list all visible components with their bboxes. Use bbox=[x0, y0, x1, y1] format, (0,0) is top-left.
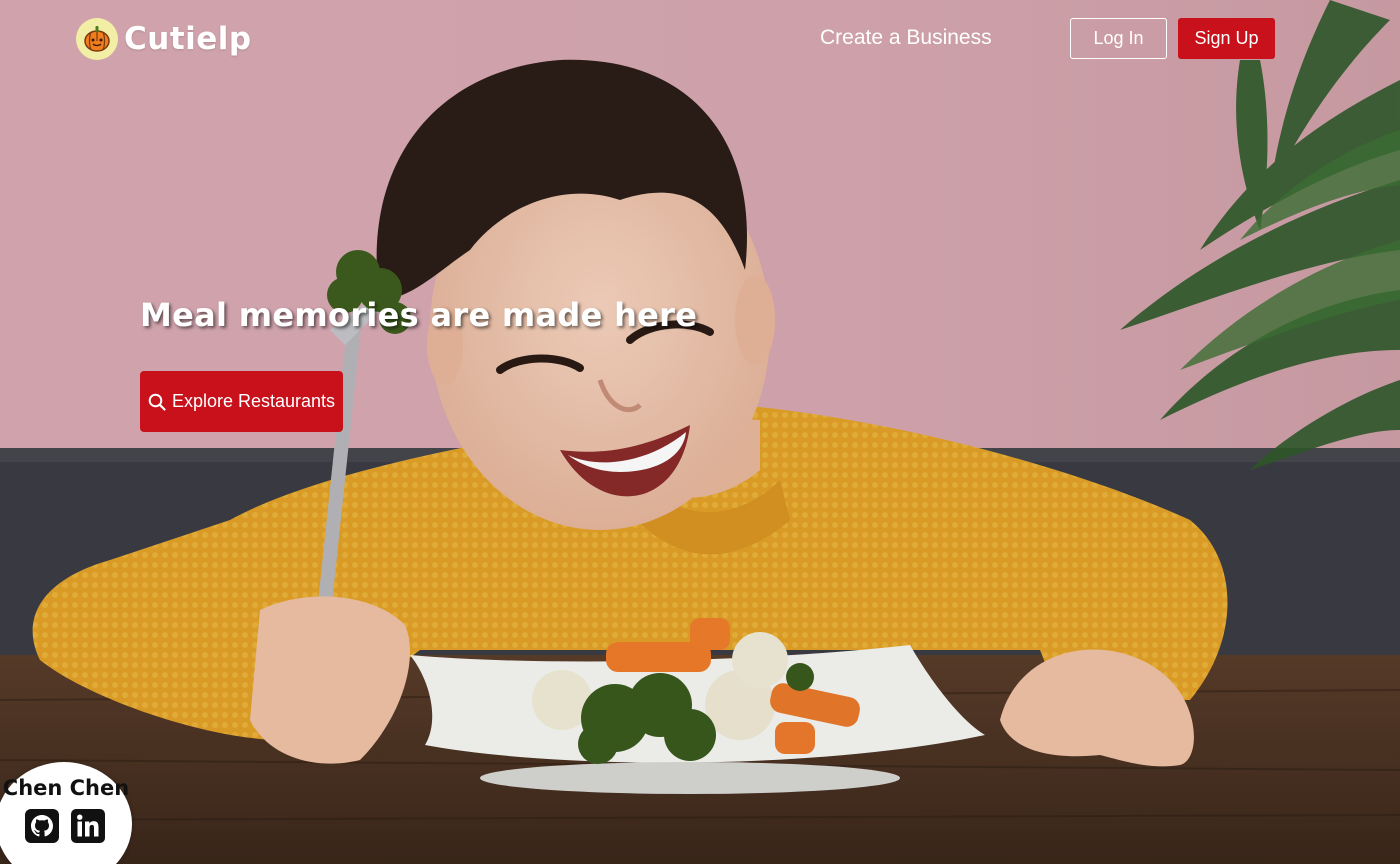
developer-name: Chen Chen bbox=[2, 776, 130, 800]
login-button[interactable]: Log In bbox=[1070, 18, 1167, 59]
explore-restaurants-label: Explore Restaurants bbox=[171, 391, 336, 411]
top-navbar: Cutielp Create a Business Log In Sign Up bbox=[0, 0, 1400, 78]
github-icon bbox=[25, 809, 59, 843]
explore-restaurants-button[interactable]: Explore Restaurants bbox=[140, 371, 343, 432]
github-link[interactable] bbox=[24, 808, 60, 844]
signup-button[interactable]: Sign Up bbox=[1178, 18, 1275, 59]
pumpkin-icon bbox=[76, 18, 118, 60]
brand-name: Cutielp bbox=[124, 21, 252, 57]
create-business-link[interactable]: Create a Business bbox=[820, 26, 992, 50]
hero-image bbox=[0, 0, 1400, 864]
linkedin-icon bbox=[71, 809, 105, 843]
linkedin-link[interactable] bbox=[70, 808, 106, 844]
home-logo-link[interactable]: Cutielp bbox=[76, 18, 252, 60]
developer-badge: Chen Chen bbox=[0, 762, 132, 864]
landing-page: Cutielp Create a Business Log In Sign Up… bbox=[0, 0, 1400, 864]
search-icon bbox=[148, 393, 166, 411]
hero-headline: Meal memories are made here bbox=[140, 296, 698, 334]
developer-links bbox=[24, 808, 106, 844]
